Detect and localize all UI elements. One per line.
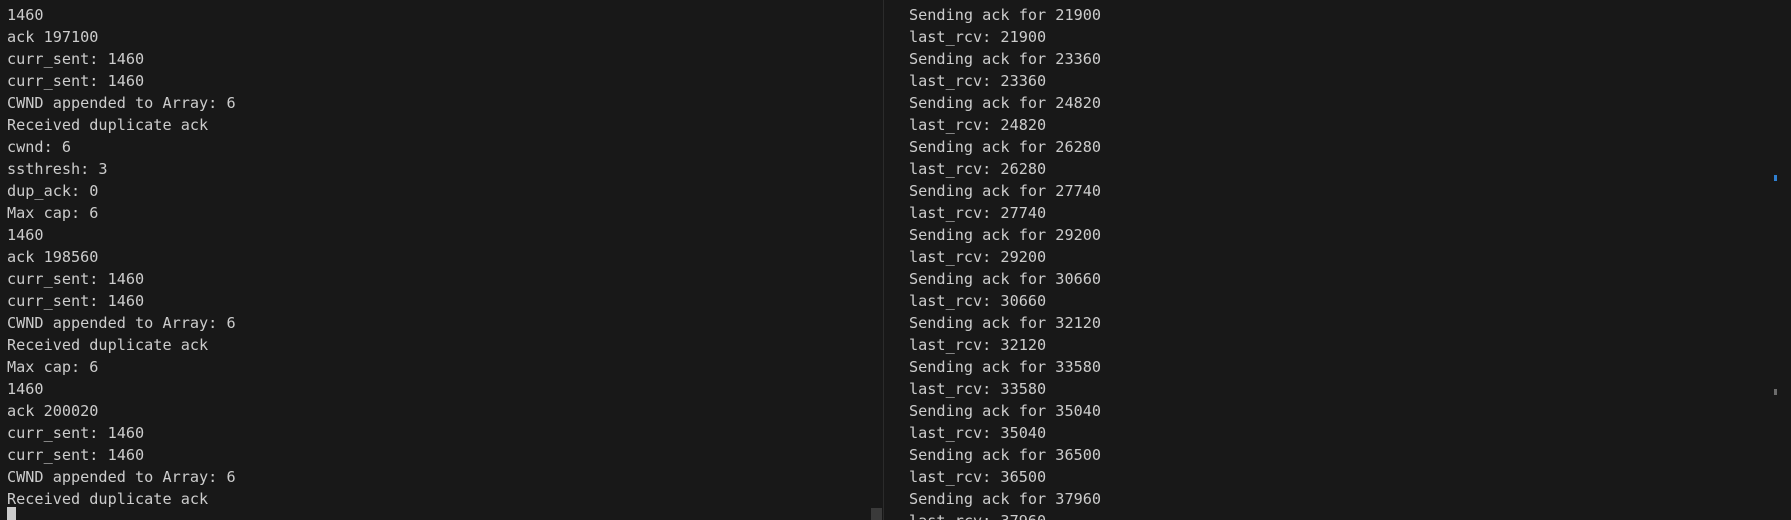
terminal-line: CWND appended to Array: 6 [7,468,236,486]
terminal-line: Sending ack for 24820 [909,94,1102,112]
terminal-line: last_rcv: 32120 [909,336,1047,354]
terminal-line: ssthresh: 3 [7,160,108,178]
left-scrollbar-thumb[interactable] [871,508,882,520]
terminal-cursor [7,507,16,520]
terminal-line: Sending ack for 26280 [909,138,1102,156]
terminal-line: curr_sent: 1460 [7,270,145,288]
terminal-line: ack 197100 [7,28,99,46]
terminal-line: Sending ack for 21900 [909,6,1102,24]
terminal-line: Sending ack for 29200 [909,226,1102,244]
terminal-line: last_rcv: 23360 [909,72,1047,90]
terminal-line: Sending ack for 37960 [909,490,1102,508]
scrollbar-marker-gray [1774,389,1777,395]
terminal-line: Received duplicate ack [7,336,209,354]
terminal-line: Received duplicate ack [7,116,209,134]
terminal-line: curr_sent: 1460 [7,72,145,90]
terminal-line: 1460 [7,6,44,24]
terminal-line: Sending ack for 30660 [909,270,1102,288]
terminal-line: 1460 [7,226,44,244]
terminal-line: last_rcv: 24820 [909,116,1047,134]
terminal-line: Sending ack for 35040 [909,402,1102,420]
terminal-line: ack 200020 [7,402,99,420]
terminal-line: last_rcv: 30660 [909,292,1047,310]
terminal-line: curr_sent: 1460 [7,50,145,68]
right-terminal-output: Sending ack for 21900 last_rcv: 21900 Se… [909,4,1101,520]
terminal-line: last_rcv: 36500 [909,468,1047,486]
terminal-line: Sending ack for 36500 [909,446,1102,464]
terminal-line: cwnd: 6 [7,138,72,156]
right-terminal-pane[interactable]: Sending ack for 21900 last_rcv: 21900 Se… [884,0,1791,520]
terminal-line: Received duplicate ack [7,490,209,508]
terminal-line: last_rcv: 27740 [909,204,1047,222]
terminal-line: Max cap: 6 [7,358,99,376]
terminal-line: last_rcv: 29200 [909,248,1047,266]
terminal-line: Sending ack for 33580 [909,358,1102,376]
terminal-line: Sending ack for 27740 [909,182,1102,200]
terminal-line: curr_sent: 1460 [7,446,145,464]
terminal-line: CWND appended to Array: 6 [7,94,236,112]
terminal-line: curr_sent: 1460 [7,292,145,310]
terminal-line: ack 198560 [7,248,99,266]
left-terminal-output: 1460 ack 197100 curr_sent: 1460 curr_sen… [7,4,236,510]
terminal-line: last_rcv: 35040 [909,424,1047,442]
terminal-line: Sending ack for 32120 [909,314,1102,332]
left-terminal-pane[interactable]: 1460 ack 197100 curr_sent: 1460 curr_sen… [0,0,884,520]
terminal-line: last_rcv: 26280 [909,160,1047,178]
terminal-line: Max cap: 6 [7,204,99,222]
scrollbar-marker-blue [1774,175,1777,181]
terminal-line: curr_sent: 1460 [7,424,145,442]
terminal-line: last_rcv: 37960 [909,510,1101,520]
terminal-line: 1460 [7,380,44,398]
terminal-line: Sending ack for 23360 [909,50,1102,68]
terminal-line: last_rcv: 21900 [909,28,1047,46]
terminal-line: CWND appended to Array: 6 [7,314,236,332]
terminal-line: dup_ack: 0 [7,182,99,200]
terminal-line: last_rcv: 33580 [909,380,1047,398]
